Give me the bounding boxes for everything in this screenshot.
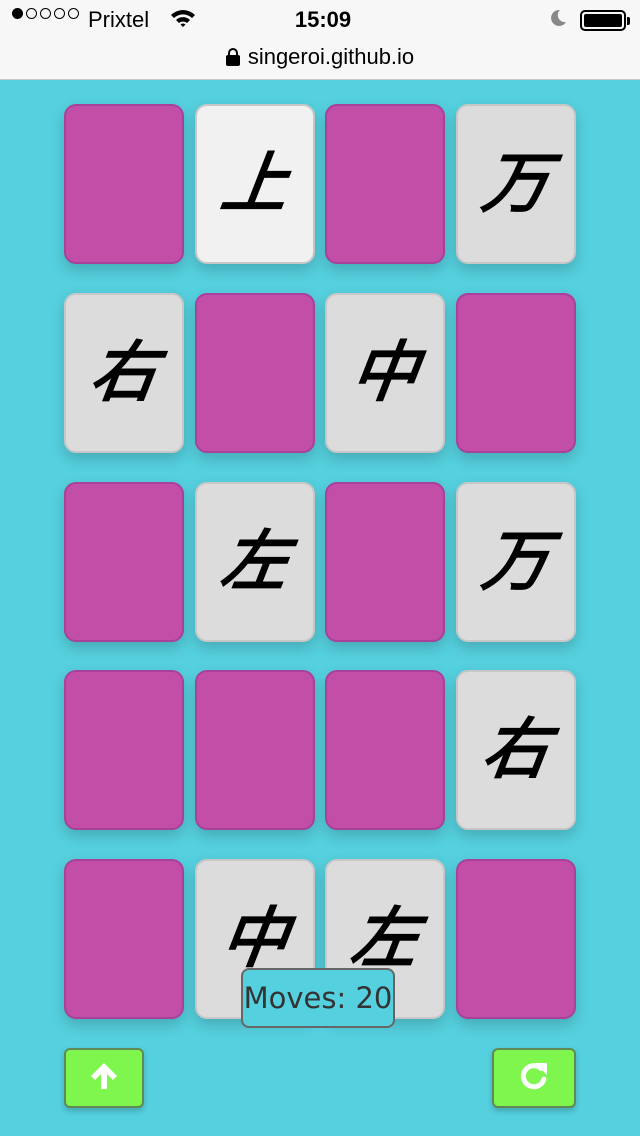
- restart-button[interactable]: [492, 1048, 576, 1108]
- clock: 15:09: [294, 7, 352, 32]
- card-character: 右: [85, 334, 163, 411]
- card-revealed[interactable]: 中: [325, 293, 445, 453]
- card-character: 中: [216, 900, 294, 977]
- card-character: 万: [477, 523, 555, 600]
- card-hidden[interactable]: [64, 859, 184, 1019]
- card-hidden[interactable]: [325, 104, 445, 264]
- card-character: 左: [346, 900, 424, 977]
- card-hidden[interactable]: [456, 293, 576, 453]
- card-revealed[interactable]: 万: [456, 104, 576, 264]
- card-hidden[interactable]: [64, 482, 184, 642]
- card-hidden[interactable]: [195, 293, 315, 453]
- restart-icon: [517, 1059, 551, 1097]
- card-character: 左: [216, 523, 294, 600]
- status-bar: Prixtel 15:09: [0, 0, 640, 40]
- card-revealed[interactable]: 右: [456, 670, 576, 830]
- card-revealed[interactable]: 万: [456, 482, 576, 642]
- card-revealed[interactable]: 上: [195, 104, 315, 264]
- moves-counter: Moves: 20: [241, 968, 395, 1028]
- card-hidden[interactable]: [64, 670, 184, 830]
- card-character: 万: [477, 145, 555, 222]
- card-character: 右: [477, 711, 555, 788]
- card-hidden[interactable]: [325, 482, 445, 642]
- card-character: 上: [216, 145, 294, 222]
- card-character: 中: [346, 334, 424, 411]
- card-revealed[interactable]: 右: [64, 293, 184, 453]
- url-text[interactable]: singeroi.github.io: [248, 44, 414, 70]
- up-button[interactable]: [64, 1048, 144, 1108]
- battery-icon: [580, 10, 630, 31]
- card-hidden[interactable]: [64, 104, 184, 264]
- lock-icon: [225, 48, 240, 66]
- card-hidden[interactable]: [325, 670, 445, 830]
- browser-address-bar[interactable]: singeroi.github.io: [0, 40, 640, 80]
- do-not-disturb-icon: [548, 8, 568, 34]
- card-hidden[interactable]: [195, 670, 315, 830]
- arrow-up-icon: [87, 1059, 121, 1097]
- card-hidden[interactable]: [456, 859, 576, 1019]
- card-revealed[interactable]: 左: [195, 482, 315, 642]
